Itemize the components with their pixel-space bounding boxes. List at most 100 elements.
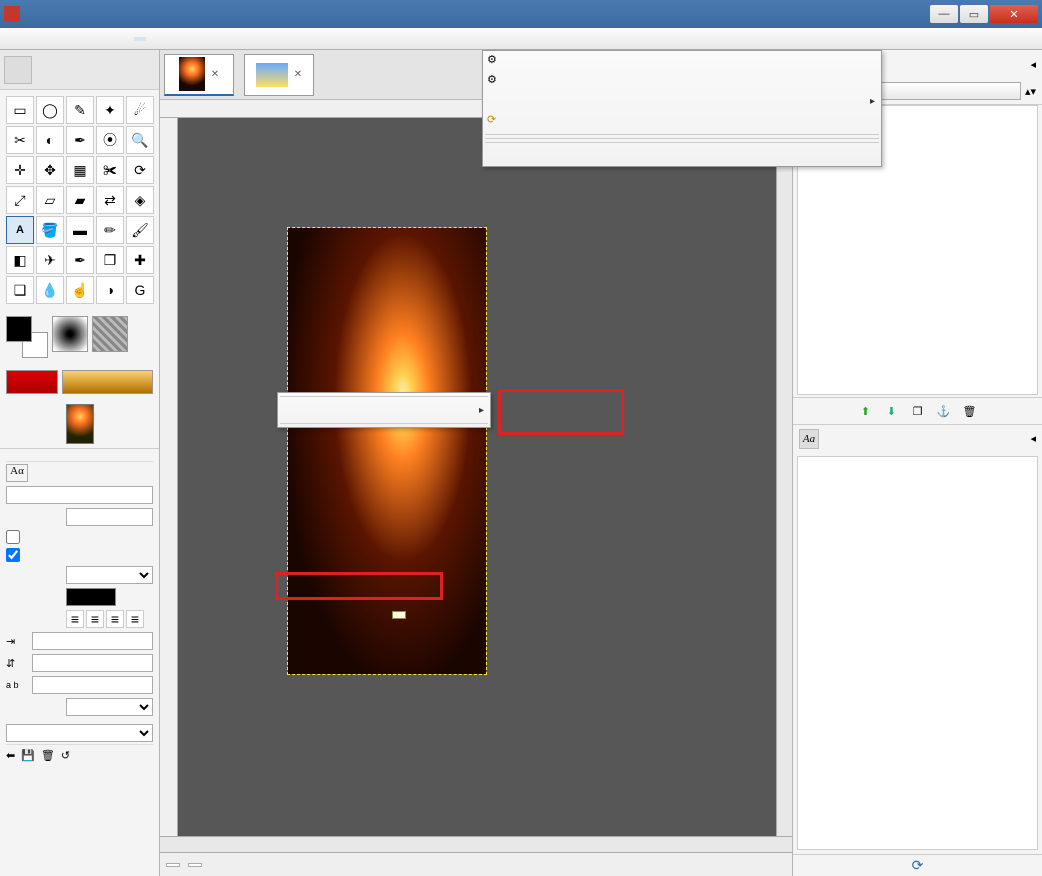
tool-crop[interactable]: ✀ [96,156,124,184]
menu-windows[interactable] [214,37,226,41]
size-input[interactable] [66,508,153,526]
tool-ink[interactable]: ✒ [66,246,94,274]
font-input[interactable] [6,486,153,504]
canvas[interactable] [178,118,776,836]
tool-flip[interactable]: ⇄ [96,186,124,214]
tool-smudge[interactable]: ☝ [66,276,94,304]
tool-heal[interactable]: ✚ [126,246,154,274]
image-tab-1[interactable]: ✕ [164,54,234,96]
justify-center-icon[interactable]: ≡ [106,610,124,628]
tool-perspective[interactable]: ▰ [66,186,94,214]
minimize-button[interactable]: — [930,5,958,23]
tool-shear[interactable]: ▱ [36,186,64,214]
layer-anchor-icon[interactable]: ⚓ [935,402,953,420]
tool-bucket[interactable]: 🪣 [36,216,64,244]
gradient-preview[interactable] [6,370,58,394]
justify-left-icon[interactable]: ≡ [66,610,84,628]
block-select[interactable] [66,698,153,716]
vscrollbar[interactable] [776,118,792,836]
image-tab-2[interactable]: ✕ [244,54,314,96]
tool-fuzzy-select[interactable]: ✦ [96,96,124,124]
tool-airbrush[interactable]: ✈ [36,246,64,274]
active-image-thumb[interactable] [66,404,94,444]
layer-up-icon[interactable]: ⬆ [857,402,875,420]
fonts-tab-icon[interactable]: Aa [799,429,819,449]
dock-menu-icon[interactable]: ◂ [1030,58,1036,71]
tool-cage[interactable]: ◈ [126,186,154,214]
mi-reshow[interactable]: ⚙ [483,71,881,91]
tool-paths[interactable]: ✒ [66,126,94,154]
tool-extra[interactable]: G [126,276,154,304]
layer-dup-icon[interactable]: ❐ [909,402,927,420]
menu-view[interactable] [54,37,66,41]
tool-move[interactable]: ✥ [36,156,64,184]
color-button[interactable] [66,588,116,606]
tool-foreground[interactable]: ◐ [36,126,64,154]
opt-save-icon[interactable]: 💾 [21,749,35,762]
tool-paintbrush[interactable]: 🖌 [126,216,154,244]
close-tab-icon[interactable]: ✕ [294,69,302,80]
unit-selector[interactable] [166,863,180,867]
menu-colors[interactable] [102,37,114,41]
tool-scale[interactable]: ⤢ [6,186,34,214]
opacity-stepper[interactable]: ▴▾ [1025,85,1036,98]
opt-reset2-icon[interactable]: ↺ [61,749,70,762]
gradient-gold[interactable] [62,370,153,394]
pattern-preview[interactable] [92,316,128,352]
toolbox-tab-icon[interactable] [4,56,32,84]
tool-perspective-clone[interactable]: ❑ [6,276,34,304]
menu-select[interactable] [38,37,50,41]
lang-select[interactable] [6,724,153,742]
tool-color-picker[interactable]: ⦿ [96,126,124,154]
tool-ellipse-select[interactable]: ◯ [36,96,64,124]
maximize-button[interactable]: ▭ [960,5,988,23]
menu-layer[interactable] [86,37,98,41]
justify-right-icon[interactable]: ≡ [86,610,104,628]
opt-reset-icon[interactable]: ⬅ [6,749,15,762]
line-spacing-input[interactable] [32,654,153,672]
mi-settings[interactable] [278,400,490,420]
tool-zoom[interactable]: 🔍 [126,126,154,154]
tool-align[interactable]: ▦ [66,156,94,184]
close-tab-icon[interactable]: ✕ [211,69,219,80]
layer-down-icon[interactable]: ⬇ [883,402,901,420]
tool-blend[interactable]: ▬ [66,216,94,244]
close-button[interactable]: ✕ [990,5,1038,23]
tool-by-color[interactable]: ☄ [126,96,154,124]
tool-rect-select[interactable]: ▭ [6,96,34,124]
tool-text[interactable]: A [6,216,34,244]
mi-reset-filters[interactable]: ⟳ [483,111,881,131]
fg-bg-swatch[interactable] [6,316,48,358]
antialias-checkbox[interactable] [6,548,20,562]
opt-del-icon[interactable]: 🗑 [41,749,55,762]
tool-scissors[interactable]: ✂ [6,126,34,154]
tool-rotate[interactable]: ⟳ [126,156,154,184]
justify-fill-icon[interactable]: ≡ [126,610,144,628]
menu-bnksb[interactable] [150,37,162,41]
tool-measure[interactable]: ✛ [6,156,34,184]
mi-apply-all-layers[interactable] [483,146,881,166]
letter-spacing-input[interactable] [32,676,153,694]
menu-edit[interactable] [22,37,34,41]
menu-tools[interactable] [118,37,130,41]
mi-recent[interactable] [483,91,881,111]
refresh-fonts-icon[interactable]: ⟳ [793,854,1042,876]
menu-file[interactable] [6,37,18,41]
tool-pencil[interactable]: ✏ [96,216,124,244]
menu-video[interactable] [198,37,210,41]
mi-repeat[interactable]: ⚙ [483,51,881,71]
tool-eraser[interactable]: ◧ [6,246,34,274]
menu-scriptfu[interactable] [182,37,194,41]
menu-help[interactable] [230,37,242,41]
menu-filters[interactable] [134,37,146,41]
hinting-select[interactable] [66,566,153,584]
tool-clone[interactable]: ❐ [96,246,124,274]
layer-del-icon[interactable]: 🗑 [961,402,979,420]
tool-free-select[interactable]: ✎ [66,96,94,124]
tool-dodge[interactable]: ◑ [96,276,124,304]
menu-pythonfu[interactable] [166,37,178,41]
use-dialog-checkbox[interactable] [6,530,20,544]
dock-menu-icon[interactable]: ◂ [1030,432,1036,445]
brush-preview[interactable] [52,316,88,352]
menu-image[interactable] [70,37,82,41]
